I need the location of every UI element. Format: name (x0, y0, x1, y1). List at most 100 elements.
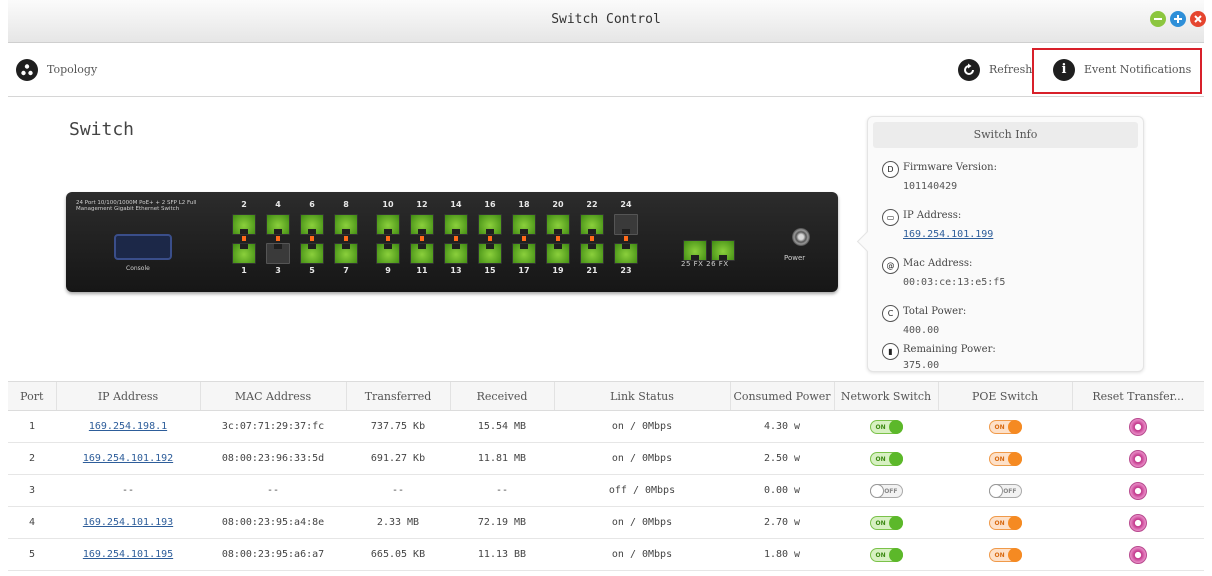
port-number: 1 (241, 266, 247, 275)
column-header[interactable]: Consumed Power (729, 381, 834, 411)
port-number: 13 (450, 266, 462, 275)
switch-port-17[interactable] (512, 243, 536, 264)
maximize-button[interactable] (1170, 11, 1186, 27)
ip-address-cell: -- (56, 474, 200, 507)
column-header[interactable]: POE Switch (937, 381, 1072, 411)
power-icon (792, 228, 810, 246)
total-power-value: 400.00 (903, 325, 940, 336)
minimize-button[interactable] (1150, 11, 1166, 27)
table-row: 1 169.254.198.1 3c:07:71:29:37:fc 737.75 Kb… (8, 410, 1204, 443)
switch-port-16[interactable] (478, 214, 502, 235)
port-led (344, 238, 348, 241)
poe-switch-toggle[interactable]: ON (988, 451, 1022, 466)
port-number: 22 (586, 200, 598, 209)
network-switch-toggle[interactable]: ON (869, 451, 903, 466)
switch-port-19[interactable] (546, 243, 570, 264)
port-led (556, 238, 560, 241)
switch-heading: Switch (69, 119, 135, 140)
poe-switch-toggle[interactable]: ON (988, 419, 1022, 434)
reset-transfer-icon[interactable] (1129, 449, 1147, 468)
ip-address-cell-link[interactable]: 169.254.198.1 (89, 421, 167, 432)
network-switch-toggle[interactable]: ON (869, 419, 903, 434)
switch-port-12[interactable] (410, 214, 434, 235)
ip-address-cell-link[interactable]: 169.254.101.195 (83, 549, 173, 560)
column-header[interactable]: Received (449, 381, 554, 411)
port-number: 6 (309, 200, 315, 209)
network-switch-toggle[interactable]: OFF (869, 483, 903, 498)
switch-port-8[interactable] (334, 214, 358, 235)
transferred-cell: -- (346, 474, 450, 507)
port-number: 24 (620, 200, 632, 209)
switch-port-23[interactable] (614, 243, 638, 264)
poe-switch-toggle[interactable]: OFF (988, 483, 1022, 498)
ip-value-link[interactable]: 169.254.101.199 (903, 229, 993, 240)
poe-switch-toggle[interactable]: ON (988, 515, 1022, 530)
port-number: 3 (275, 266, 281, 275)
switch-port-13[interactable] (444, 243, 468, 264)
column-header[interactable]: MAC Address (199, 381, 346, 411)
switch-port-3[interactable] (266, 243, 290, 264)
column-header[interactable]: Reset Transfer... (1071, 381, 1204, 411)
window-title: Switch Control (551, 12, 661, 27)
switch-port-1[interactable] (232, 243, 256, 264)
switch-description: 24 Port 10/100/1000M PoE+ + 2 SFP L2 Ful… (76, 200, 197, 212)
poe-switch-toggle[interactable]: ON (988, 547, 1022, 562)
switch-port-20[interactable] (546, 214, 570, 235)
refresh-button[interactable]: Refresh (958, 43, 1040, 96)
port-led (310, 238, 314, 241)
switch-port-21[interactable] (580, 243, 604, 264)
port-number: 15 (484, 266, 496, 275)
reset-transfer-icon[interactable] (1129, 481, 1147, 500)
port-cell: 2 (8, 442, 56, 475)
close-button[interactable] (1190, 11, 1206, 27)
port-number: 11 (416, 266, 428, 275)
ip-address-cell-link[interactable]: 169.254.101.193 (83, 517, 173, 528)
switch-port-2[interactable] (232, 214, 256, 235)
table-row: 5 169.254.101.195 08:00:23:95:a6:a7 665.05 … (8, 538, 1204, 571)
switch-port-18[interactable] (512, 214, 536, 235)
topology-label: Topology (47, 63, 98, 76)
reset-transfer-icon[interactable] (1129, 545, 1147, 564)
port-number: 2 (241, 200, 247, 209)
switch-port-7[interactable] (334, 243, 358, 264)
consumed-power-cell: 4.30 w (730, 410, 834, 443)
switch-port-9[interactable] (376, 243, 400, 264)
sfp-port-25[interactable] (683, 240, 707, 261)
reset-transfer-icon[interactable] (1129, 417, 1147, 436)
network-switch-toggle[interactable]: ON (869, 515, 903, 530)
switch-port-10[interactable] (376, 214, 400, 235)
switch-port-4[interactable] (266, 214, 290, 235)
column-header[interactable]: Transferred (345, 381, 450, 411)
consumed-power-cell: 2.50 w (730, 442, 834, 475)
switch-port-15[interactable] (478, 243, 502, 264)
switch-port-22[interactable] (580, 214, 604, 235)
switch-port-6[interactable] (300, 214, 324, 235)
link-status-cell: on / 0Mbps (554, 410, 730, 443)
toolbar: Topology Refresh i Event Notifications (8, 43, 1204, 97)
column-header[interactable]: Link Status (553, 381, 730, 411)
column-header[interactable]: IP Address (55, 381, 200, 411)
switch-port-5[interactable] (300, 243, 324, 264)
monitor-icon: ▭ (882, 209, 899, 226)
switch-port-14[interactable] (444, 214, 468, 235)
console-port[interactable] (114, 234, 172, 260)
network-switch-toggle[interactable]: ON (869, 547, 903, 562)
link-status-cell: off / 0Mbps (554, 474, 730, 507)
reset-transfer-icon[interactable] (1129, 513, 1147, 532)
switch-front-panel: 24 Port 10/100/1000M PoE+ + 2 SFP L2 Ful… (66, 192, 838, 292)
link-status-cell: on / 0Mbps (554, 442, 730, 475)
mac-address-cell: 08:00:23:96:33:5d (200, 442, 346, 475)
port-number: 10 (382, 200, 394, 209)
port-number: 5 (309, 266, 315, 275)
switch-info-card: Switch Info D Firmware Version: 10114042… (856, 116, 1144, 372)
sfp-port-26[interactable] (711, 240, 735, 261)
switch-port-24[interactable] (614, 214, 638, 235)
topology-button[interactable]: Topology (16, 43, 97, 96)
column-header[interactable]: Port (8, 381, 56, 411)
switch-port-11[interactable] (410, 243, 434, 264)
column-header[interactable]: Network Switch (833, 381, 938, 411)
transferred-cell: 2.33 MB (346, 506, 450, 539)
ip-address-cell-link[interactable]: 169.254.101.192 (83, 453, 173, 464)
console-label: Console (126, 265, 150, 272)
switch-info-header: Switch Info (873, 122, 1138, 148)
